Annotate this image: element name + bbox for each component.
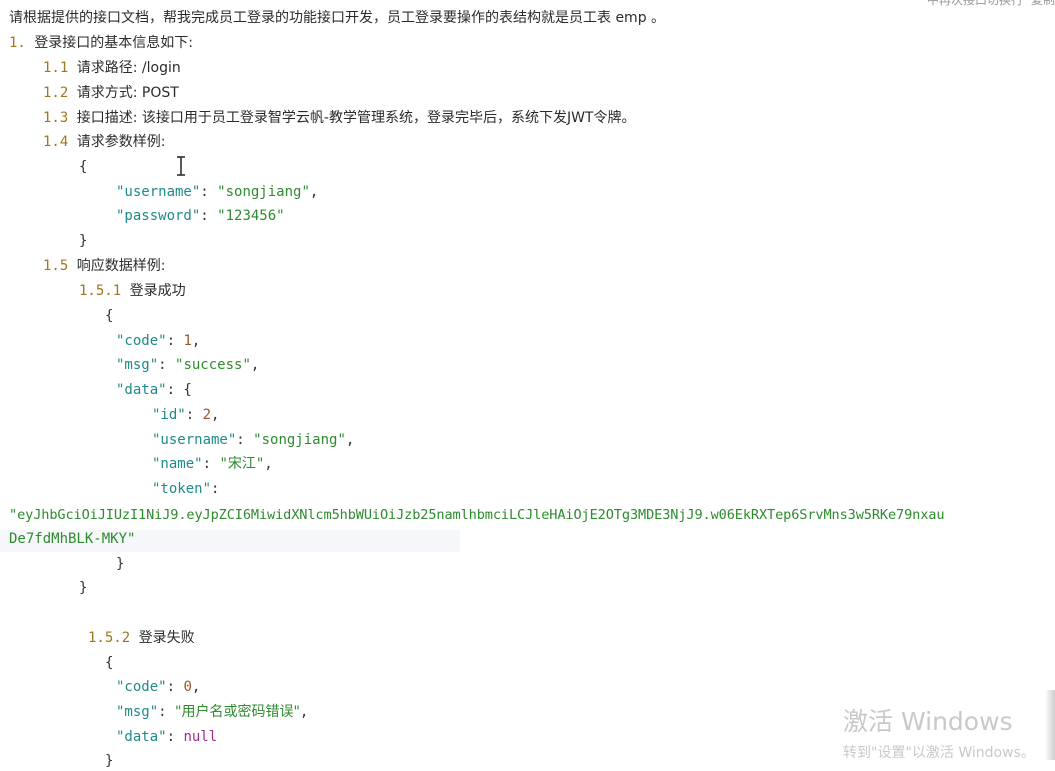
request-username-line: "username": "songjiang",: [116, 184, 319, 200]
success-open-brace: {: [105, 308, 114, 324]
watermark-subtitle: 转到"设置"以激活 Windows。: [843, 745, 1035, 761]
success-code-line: "code": 1,: [116, 333, 201, 349]
failure-open-brace: {: [105, 655, 114, 671]
success-data-line: "data": {: [116, 382, 192, 398]
right-edge-shadow: [1045, 690, 1055, 760]
success-username-line: "username": "songjiang",: [152, 432, 355, 448]
section-1-heading: 1. 登录接口的基本信息如下:: [9, 33, 193, 53]
item-1-1: 1.1 请求路径: /login: [43, 60, 181, 76]
toolbar-left-text[interactable]: 中再次接口切换行: [927, 0, 1023, 8]
failure-code-line: "code": 0,: [116, 679, 201, 695]
success-id-line: "id": 2,: [152, 407, 220, 423]
success-close-brace: }: [79, 580, 88, 596]
intro-text: 请根据提供的接口文档，帮我完成员工登录的功能接口开发，员工登录要操作的表结构就是…: [9, 10, 666, 26]
success-msg-line: "msg": "success",: [116, 357, 260, 373]
item-1-4: 1.4 请求参数样例:: [43, 134, 166, 150]
failure-heading: 1.5.2 登录失败: [88, 630, 195, 646]
windows-activation-watermark: 激活 Windows 转到"设置"以激活 Windows。: [843, 706, 1035, 764]
success-data-close-brace: }: [116, 556, 125, 572]
section-1-title: 登录接口的基本信息如下:: [34, 35, 194, 51]
failure-data-line: "data": null: [116, 729, 218, 745]
item-1-3: 1.3 接口描述: 该接口用于员工登录智学云帆-教学管理系统，登录完毕后，系统下…: [43, 110, 636, 126]
section-1-number: 1.: [9, 35, 26, 51]
token-value-line-2: De7fdMhBLK-MKY": [9, 531, 136, 547]
item-1-2: 1.2 请求方式: POST: [43, 85, 179, 101]
failure-close-brace: }: [105, 753, 114, 769]
item-1-5: 1.5 响应数据样例:: [43, 258, 166, 274]
watermark-title: 激活 Windows: [843, 707, 1013, 736]
request-password-line: "password": "123456": [116, 208, 285, 224]
request-open-brace: {: [79, 159, 88, 175]
success-token-key-line: "token":: [152, 481, 220, 497]
failure-msg-line: "msg": "用户名或密码错误",: [116, 704, 309, 720]
toolbar-copy-button[interactable]: 复制: [1031, 0, 1055, 8]
top-toolbar: 中再次接口切换行 复制: [855, 0, 1055, 8]
success-heading: 1.5.1 登录成功: [79, 283, 186, 299]
token-value-line-1: "eyJhbGciOiJIUzI1NiJ9.eyJpZCI6MiwidXNlcm…: [9, 507, 945, 523]
text-cursor-icon: [177, 156, 185, 176]
success-name-line: "name": "宋江",: [152, 456, 273, 472]
request-close-brace: }: [79, 233, 88, 249]
